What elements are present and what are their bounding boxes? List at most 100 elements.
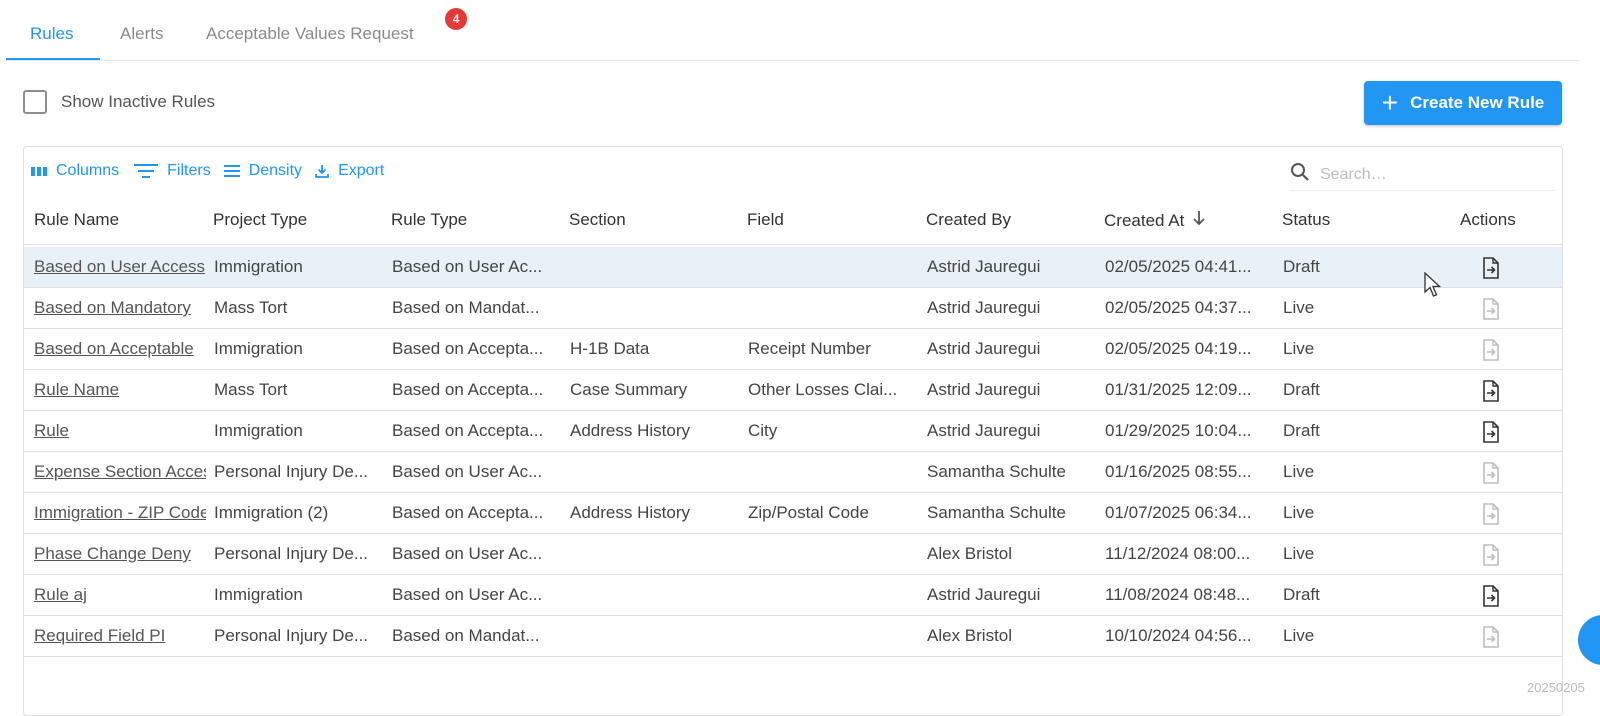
rule-type-cell: Based on Mandat... xyxy=(392,626,540,645)
table-row[interactable]: Based on Acceptable Immigration Based on A… xyxy=(24,329,1562,370)
filters-button[interactable]: Filters xyxy=(133,162,211,180)
file-arrow-icon[interactable] xyxy=(1481,379,1503,403)
created-by-cell: Samantha Schulte xyxy=(927,462,1066,481)
rule-type-cell: Based on Mandat... xyxy=(392,298,540,317)
rule-type-cell: Based on User Ac... xyxy=(392,462,543,481)
density-button[interactable]: Density xyxy=(223,162,302,180)
table-row[interactable]: Required Field PI Personal Injury De... Ba… xyxy=(24,616,1562,657)
table-row[interactable]: Rule aj Immigration Based on User Ac... Ast… xyxy=(24,575,1562,616)
column-header-created-at[interactable]: Created At xyxy=(1104,210,1206,231)
plus-icon: + xyxy=(1381,87,1399,118)
file-arrow-icon[interactable] xyxy=(1481,297,1503,321)
table-row[interactable]: Phase Change Deny Personal Injury De... Ba… xyxy=(24,534,1562,575)
project-type-cell: Immigration xyxy=(214,339,303,358)
column-header-section[interactable]: Section xyxy=(569,210,626,230)
column-header-field[interactable]: Field xyxy=(747,210,784,230)
build-watermark: 20250205 xyxy=(1527,680,1585,695)
file-arrow-icon[interactable] xyxy=(1481,420,1503,444)
field-cell: Receipt Number xyxy=(748,339,871,358)
tab-bar: Rules Alerts Acceptable Values Request 4 xyxy=(6,0,1580,61)
column-header-rule-name[interactable]: Rule Name xyxy=(34,210,119,230)
rule-type-cell: Based on Accepta... xyxy=(392,339,544,358)
grid-header: Rule Name Project Type Rule Type Section… xyxy=(24,197,1562,245)
status-cell: Draft xyxy=(1283,380,1320,399)
created-at-cell: 10/10/2024 04:56... xyxy=(1105,626,1252,645)
search-box xyxy=(1290,159,1555,191)
tab-acceptable-values-request[interactable]: Acceptable Values Request xyxy=(206,24,414,44)
file-arrow-icon[interactable] xyxy=(1481,502,1503,526)
field-cell: Zip/Postal Code xyxy=(748,503,869,522)
create-new-rule-button[interactable]: + Create New Rule xyxy=(1364,81,1562,125)
rules-data-grid: Columns Filters Density Export Rule Na xyxy=(23,146,1563,716)
project-type-cell: Mass Tort xyxy=(214,298,288,317)
table-row[interactable]: Immigration - ZIP Code Immigration (2) Bas… xyxy=(24,493,1562,534)
created-by-cell: Astrid Jauregui xyxy=(927,339,1041,358)
table-row[interactable]: Based on User Access Immigration Based on … xyxy=(24,247,1562,288)
sort-descending-icon[interactable] xyxy=(1192,210,1206,231)
status-cell: Draft xyxy=(1283,421,1320,440)
rule-name-link[interactable]: Rule aj xyxy=(34,585,206,605)
rule-type-cell: Based on Accepta... xyxy=(392,380,544,399)
column-header-created-by[interactable]: Created By xyxy=(926,210,1011,230)
rule-type-cell: Based on User Ac... xyxy=(392,257,543,276)
file-arrow-icon[interactable] xyxy=(1481,584,1503,608)
status-cell: Draft xyxy=(1283,585,1320,604)
density-icon xyxy=(223,163,241,179)
created-at-cell: 11/12/2024 08:00... xyxy=(1105,544,1251,563)
rule-name-link[interactable]: Rule xyxy=(34,421,206,441)
rule-name-link[interactable]: Based on Mandatory xyxy=(34,298,206,318)
status-cell: Live xyxy=(1283,503,1315,522)
columns-button[interactable]: Columns xyxy=(30,162,119,180)
columns-icon xyxy=(30,164,48,178)
tab-rules[interactable]: Rules xyxy=(30,24,73,44)
created-at-cell: 01/31/2025 12:09... xyxy=(1105,380,1252,399)
column-header-project-type[interactable]: Project Type xyxy=(213,210,307,230)
column-header-status[interactable]: Status xyxy=(1282,210,1330,230)
file-arrow-icon[interactable] xyxy=(1481,338,1503,362)
status-cell: Draft xyxy=(1283,257,1320,276)
rule-name-link[interactable]: Based on Acceptable xyxy=(34,339,206,359)
notification-badge: 4 xyxy=(445,8,467,30)
section-cell: Address History xyxy=(570,503,690,522)
project-type-cell: Immigration xyxy=(214,257,303,276)
table-row[interactable]: Expense Section Access Personal Injury De… xyxy=(24,452,1562,493)
density-label: Density xyxy=(248,162,303,179)
file-arrow-icon[interactable] xyxy=(1481,256,1503,280)
created-by-cell: Astrid Jauregui xyxy=(927,421,1041,440)
search-input[interactable] xyxy=(1320,165,1540,184)
created-at-cell: 11/08/2024 08:48... xyxy=(1105,585,1251,604)
show-inactive-label: Show Inactive Rules xyxy=(61,92,216,111)
project-type-cell: Immigration xyxy=(214,585,303,604)
column-header-rule-type[interactable]: Rule Type xyxy=(391,210,467,230)
project-type-cell: Mass Tort xyxy=(214,380,288,399)
section-cell: Address History xyxy=(570,421,690,440)
help-fab-button[interactable] xyxy=(1578,615,1600,665)
tab-alerts[interactable]: Alerts xyxy=(120,24,163,44)
created-by-cell: Astrid Jauregui xyxy=(927,585,1041,604)
rule-type-cell: Based on User Ac... xyxy=(392,544,543,563)
table-row[interactable]: Rule Immigration Based on Accepta... Addres… xyxy=(24,411,1562,452)
rule-name-link[interactable]: Phase Change Deny xyxy=(34,544,206,564)
rule-type-cell: Based on Accepta... xyxy=(392,421,544,440)
status-cell: Live xyxy=(1283,462,1315,481)
rule-name-link[interactable]: Based on User Access xyxy=(34,257,206,277)
created-by-cell: Samantha Schulte xyxy=(927,503,1066,522)
rule-name-link[interactable]: Immigration - ZIP Code xyxy=(34,503,206,523)
field-cell: Other Losses Clai... xyxy=(748,380,898,399)
rule-name-link[interactable]: Expense Section Access xyxy=(34,462,206,482)
created-at-cell: 01/07/2025 06:34... xyxy=(1105,503,1252,522)
table-row[interactable]: Rule Name Mass Tort Based on Accepta... Cas… xyxy=(24,370,1562,411)
show-inactive-checkbox[interactable] xyxy=(23,90,47,114)
rule-name-link[interactable]: Rule Name xyxy=(34,380,206,400)
rule-name-link[interactable]: Required Field PI xyxy=(34,626,206,646)
section-cell: Case Summary xyxy=(570,380,688,399)
project-type-cell: Immigration xyxy=(214,421,303,440)
file-arrow-icon[interactable] xyxy=(1481,461,1503,485)
file-arrow-icon[interactable] xyxy=(1481,625,1503,649)
table-row[interactable]: Based on Mandatory Mass Tort Based on Mand… xyxy=(24,288,1562,329)
file-arrow-icon[interactable] xyxy=(1481,543,1503,567)
project-type-cell: Personal Injury De... xyxy=(214,544,369,563)
show-inactive-toggle[interactable]: Show Inactive Rules xyxy=(23,90,215,114)
export-button[interactable]: Export xyxy=(314,162,384,180)
section-cell: H-1B Data xyxy=(570,339,650,358)
